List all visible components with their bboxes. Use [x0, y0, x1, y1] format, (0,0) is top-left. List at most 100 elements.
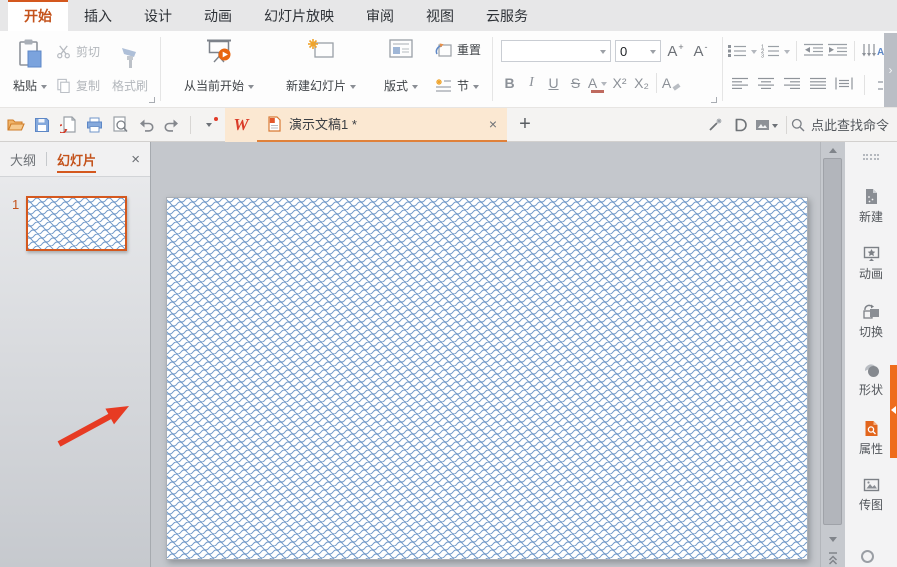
font-dialog-launcher[interactable] [711, 97, 717, 103]
undo-button[interactable] [134, 113, 158, 137]
screenshot-button[interactable] [752, 113, 782, 137]
scroll-down-button[interactable] [821, 531, 845, 547]
font-name-caret[interactable] [600, 50, 606, 54]
strikethrough-button[interactable]: S [565, 71, 586, 95]
layout-caret[interactable] [412, 84, 418, 89]
tab-design[interactable]: 设计 [128, 0, 188, 31]
slide-thumbnail[interactable] [26, 196, 128, 251]
align-justify-button[interactable] [809, 77, 827, 93]
print-preview-button[interactable] [108, 113, 132, 137]
sidebar-item-upload-image[interactable]: 传图 [845, 478, 897, 513]
ribbon-expand-strip[interactable]: › [884, 33, 897, 107]
subscript-button[interactable]: X₂ [631, 71, 652, 95]
font-size-combo[interactable]: 0 [615, 40, 661, 62]
redo-button[interactable] [160, 113, 184, 137]
panel-close-icon[interactable]: × [131, 151, 140, 168]
tab-view[interactable]: 视图 [410, 0, 470, 31]
increase-font-letter: A [667, 42, 678, 60]
format-painter-button[interactable]: 格式刷 [104, 33, 156, 101]
font-name-combo[interactable] [501, 40, 611, 62]
quickbar-divider [785, 115, 787, 134]
customize-quickbar-button[interactable] [197, 113, 221, 137]
layout-button[interactable]: 版式 [373, 33, 429, 101]
section-button[interactable]: 节 [435, 77, 480, 94]
paste-button[interactable]: 粘贴 [6, 33, 54, 101]
bullets-caret[interactable] [751, 50, 757, 54]
find-command-box[interactable]: 点此查找命令 [791, 115, 889, 134]
align-center-button[interactable] [757, 77, 775, 93]
tab-review[interactable]: 审阅 [350, 0, 410, 31]
play-from-current-caret[interactable] [248, 84, 254, 89]
vertical-scrollbar[interactable] [820, 142, 845, 567]
paste-dropdown-caret[interactable] [41, 84, 47, 89]
new-slide-button[interactable]: 新建幻灯片 [273, 33, 369, 101]
clipboard-dialog-launcher[interactable] [149, 97, 155, 103]
print-button[interactable] [82, 113, 106, 137]
tab-cloud[interactable]: 云服务 [470, 0, 544, 31]
save-button[interactable] [30, 113, 54, 137]
sidebar-item-new[interactable]: 新建 [845, 188, 897, 225]
export-pdf-button[interactable] [56, 113, 80, 137]
decrease-font-button[interactable]: A- [690, 39, 711, 63]
previous-slide-button[interactable] [821, 549, 845, 567]
font-color-button[interactable]: A [587, 71, 608, 95]
new-slide-caret[interactable] [350, 84, 356, 89]
tab-home[interactable]: 开始 [8, 0, 68, 31]
assistant-wand-button[interactable] [704, 113, 728, 137]
upload-image-icon [863, 478, 879, 492]
numbering-button[interactable]: 123 [760, 44, 790, 58]
docer-button[interactable] [728, 113, 752, 137]
cut-button[interactable]: 剪切 [56, 43, 100, 60]
font-color-caret[interactable] [601, 82, 608, 86]
increase-indent-button[interactable] [827, 43, 848, 60]
panel-tab-outline[interactable]: 大纲 [10, 150, 36, 169]
scroll-up-button[interactable] [821, 142, 845, 158]
align-right-button[interactable] [783, 77, 801, 93]
screenshot-caret[interactable] [772, 123, 779, 128]
clear-format-button[interactable]: A [661, 71, 682, 95]
pdf-export-icon [60, 116, 76, 133]
underline-button[interactable]: U [543, 71, 564, 95]
font-size-caret[interactable] [650, 50, 656, 54]
chevron-down-icon [206, 122, 212, 127]
wps-home-button[interactable]: W [225, 107, 257, 142]
slides-panel: 大纲 幻灯片 × 1 [0, 142, 151, 567]
slide-canvas[interactable] [166, 197, 808, 560]
bold-button[interactable]: B [499, 71, 520, 95]
more-paragraph-buttons[interactable] [878, 80, 883, 90]
superscript-button[interactable]: X² [609, 71, 630, 95]
section-caret[interactable] [473, 84, 480, 89]
assistant-circle-button[interactable] [861, 550, 874, 563]
distribute-button[interactable] [835, 77, 853, 93]
sidebar-drag-handle[interactable] [863, 154, 879, 160]
paste-label: 粘贴 [12, 79, 37, 93]
sidebar-item-transition[interactable]: 切换 [845, 304, 897, 340]
scrollbar-thumb[interactable] [823, 158, 842, 525]
align-left-button[interactable] [731, 77, 749, 93]
panel-tab-slides[interactable]: 幻灯片 [57, 150, 97, 173]
superscript-label: X² [612, 75, 627, 91]
bullets-button[interactable] [727, 44, 757, 58]
magic-wand-icon [709, 118, 722, 131]
clear-format-letter: A [661, 75, 672, 91]
tab-insert[interactable]: 插入 [68, 0, 128, 31]
reset-button[interactable]: 重置 [435, 41, 481, 58]
presentation-file-icon [268, 115, 281, 132]
increase-font-button[interactable]: A + [665, 39, 686, 63]
italic-button[interactable]: I [521, 71, 542, 95]
numbering-caret[interactable] [784, 50, 790, 54]
new-tab-button[interactable]: + [507, 113, 543, 136]
decrease-indent-button[interactable] [803, 43, 824, 60]
tab-animation[interactable]: 动画 [188, 0, 248, 31]
collapsed-pane-indicator[interactable] [890, 365, 897, 458]
sidebar-item-animation[interactable]: 动画 [845, 246, 897, 282]
italic-label: I [529, 75, 534, 90]
close-tab-icon[interactable]: × [489, 117, 497, 131]
chevron-right-icon: › [888, 63, 893, 77]
copy-button[interactable]: 复制 [56, 77, 100, 94]
text-direction-button[interactable]: A [861, 42, 885, 61]
open-file-button[interactable] [4, 113, 28, 137]
play-from-current-button[interactable]: 从当前开始 [169, 33, 269, 101]
document-tab[interactable]: 演示文稿1 * × [257, 107, 507, 142]
tab-slideshow[interactable]: 幻灯片放映 [248, 0, 350, 31]
